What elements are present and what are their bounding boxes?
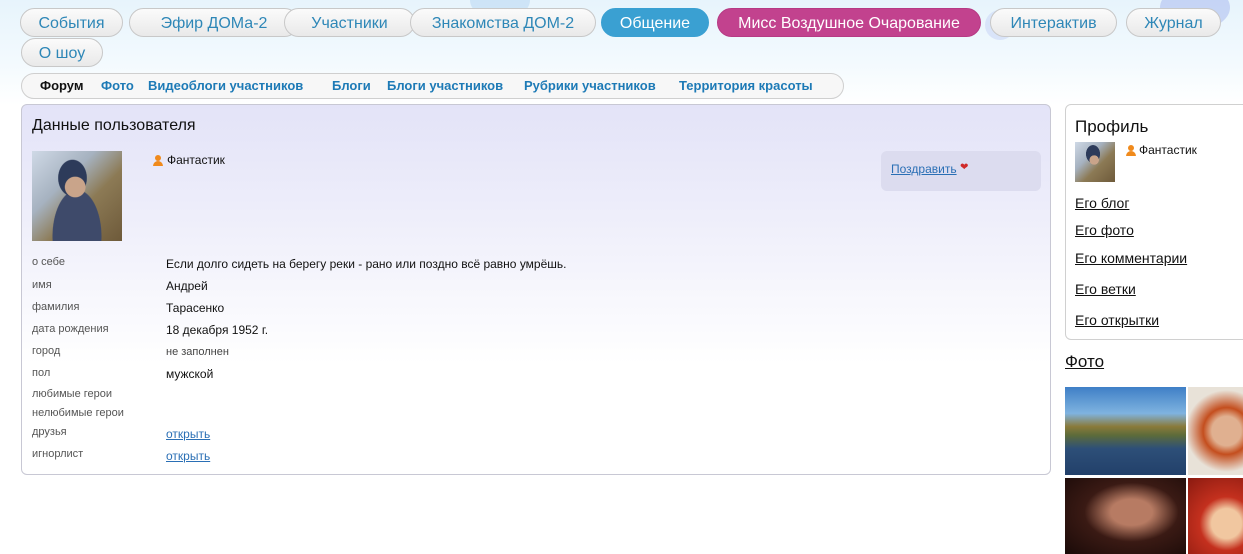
field-label-surname: фамилия [32,301,80,313]
subnav-forum[interactable]: Форум [40,74,83,98]
ignorelist-open-link[interactable]: открыть [166,449,210,463]
photo-thumbnail[interactable] [1065,478,1186,554]
field-value-name: Андрей [166,279,208,293]
field-label-gender: пол [32,367,51,379]
field-value-gender: мужской [166,367,214,381]
subnav-beauty[interactable]: Территория красоты [679,74,813,98]
heart-icon: ❤ [960,162,969,173]
user-icon [153,155,163,166]
field-value-surname: Тарасенко [166,301,225,315]
field-label-city: город [32,345,61,357]
sub-nav: Форум Фото Видеоблоги участников Блоги Б… [21,73,844,99]
nav-item-journal[interactable]: Журнал [1126,8,1221,37]
sidebar-avatar[interactable] [1075,142,1115,182]
sidebar-profile: Профиль Фантастик Его блог Его фото Его … [1065,104,1243,340]
field-value-birthdate: 18 декабря 1952 г. [166,323,269,337]
field-label-about: о себе [32,256,65,268]
nav-item-communication[interactable]: Общение [601,8,709,37]
field-label-disliked-heroes: нелюбимые герои [32,407,124,419]
sidebar-username: Фантастик [1139,143,1197,157]
nav-item-miss[interactable]: Мисс Воздушное Очарование [717,8,981,37]
photo-thumbnail[interactable] [1188,478,1243,554]
field-label-birthdate: дата рождения [32,323,109,335]
nav-item-dating[interactable]: Знакомства ДОМ-2 [410,8,596,37]
profile-title: Профиль [1075,117,1149,136]
field-value-about: Если долго сидеть на берегу реки - рано … [166,257,567,271]
subnav-blogs[interactable]: Блоги [332,74,371,98]
field-label-fav-heroes: любимые герои [32,388,113,400]
subnav-participant-blogs[interactable]: Блоги участников [387,74,503,98]
user-avatar[interactable] [32,151,122,241]
field-label-friends: друзья [32,426,67,438]
photo-thumbnail[interactable] [1065,387,1186,475]
congratulate-box: Поздравить ❤ [881,151,1041,191]
user-icon [1126,145,1136,156]
nav-item-interactive[interactable]: Интерактив [990,8,1117,37]
panel-title: Данные пользователя [32,117,196,134]
sidebar-link-postcards[interactable]: Его открытки [1075,312,1159,328]
sidebar-photo-heading[interactable]: Фото [1065,352,1104,372]
photo-thumbnail[interactable] [1188,387,1243,475]
sidebar-link-threads[interactable]: Его ветки [1075,281,1136,297]
nav-item-efir[interactable]: Эфир ДОМа-2 [129,8,299,37]
nav-item-events[interactable]: События [20,8,123,37]
nav-item-about[interactable]: О шоу [21,38,103,67]
sidebar-link-blog[interactable]: Его блог [1075,195,1129,211]
nav-item-participants[interactable]: Участники [284,8,415,37]
friends-open-link[interactable]: открыть [166,427,210,441]
subnav-rubrics[interactable]: Рубрики участников [524,74,656,98]
subnav-photo[interactable]: Фото [101,74,134,98]
subnav-videoblogs[interactable]: Видеоблоги участников [148,74,303,98]
field-value-city: не заполнен [166,346,229,358]
sidebar-link-photo[interactable]: Его фото [1075,222,1134,238]
field-label-name: имя [32,279,52,291]
congratulate-link[interactable]: Поздравить [891,162,957,176]
field-label-ignorelist: игнорлист [32,448,84,460]
user-data-panel: Данные пользователя Фантастик Поздравить… [21,104,1051,475]
sidebar-link-comments[interactable]: Его комментарии [1075,250,1187,266]
username: Фантастик [167,153,225,167]
